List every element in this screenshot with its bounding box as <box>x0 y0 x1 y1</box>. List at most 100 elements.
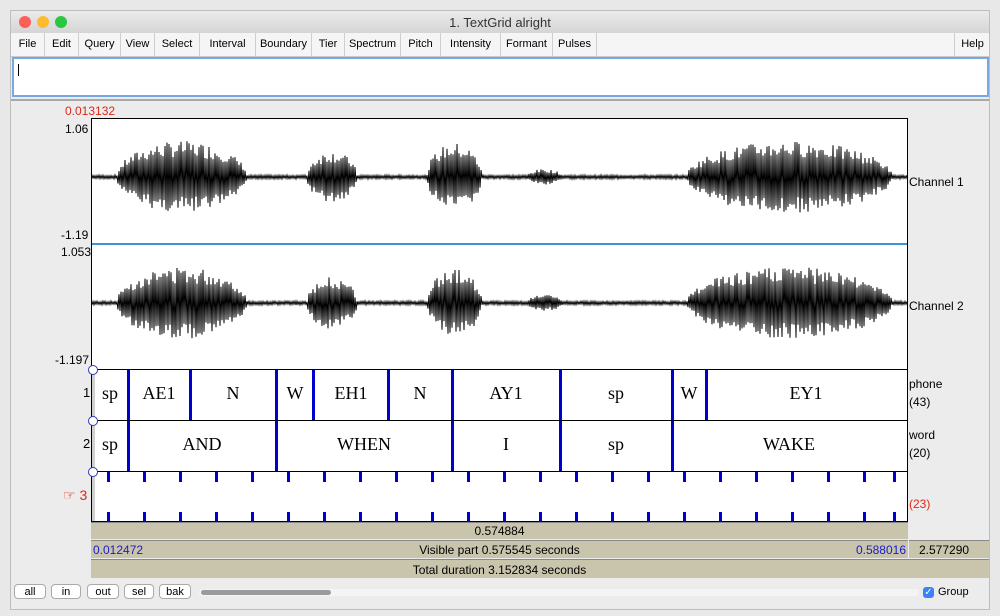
after-visible-bar[interactable]: 2.577290 <box>909 540 989 558</box>
tier-1-interval[interactable]: AY1 <box>489 383 522 404</box>
tier-3-point-bottom[interactable] <box>755 512 758 522</box>
tier-3-point-bottom[interactable] <box>359 512 362 522</box>
tier-3-point-top[interactable] <box>683 472 686 482</box>
tier-2-interval[interactable]: WHEN <box>337 434 391 455</box>
menu-view[interactable]: View <box>121 33 155 56</box>
zoom-all-button[interactable]: all <box>14 584 46 599</box>
tier-3-point-bottom[interactable] <box>215 512 218 522</box>
tier-3-point-bottom[interactable] <box>323 512 326 522</box>
tier-3-handle-icon[interactable] <box>88 467 98 477</box>
tier-3-point-top[interactable] <box>575 472 578 482</box>
tier-1-boundary[interactable] <box>671 370 674 420</box>
tier-3-point-top[interactable] <box>215 472 218 482</box>
menu-spectrum[interactable]: Spectrum <box>345 33 401 56</box>
total-duration-bar[interactable]: Total duration 3.152834 seconds <box>91 559 989 578</box>
tier-3-point-bottom[interactable] <box>251 512 254 522</box>
waveform-view[interactable] <box>92 119 907 369</box>
menu-formant[interactable]: Formant <box>501 33 553 56</box>
tier-2-boundary[interactable] <box>275 421 278 471</box>
tier-3-point-top[interactable] <box>719 472 722 482</box>
tier-3-point-top[interactable] <box>863 472 866 482</box>
menu-pitch[interactable]: Pitch <box>401 33 441 56</box>
tier-3-point-top[interactable] <box>503 472 506 482</box>
tier-3-point-bottom[interactable] <box>539 512 542 522</box>
tier-3-point-top[interactable] <box>251 472 254 482</box>
menu-tier[interactable]: Tier <box>312 33 345 56</box>
tier-3-point-bottom[interactable] <box>287 512 290 522</box>
visible-part-bar[interactable]: 0.012472 Visible part 0.575545 seconds 0… <box>91 540 908 558</box>
tier-3-point-top[interactable] <box>539 472 542 482</box>
tier-3-point-top[interactable] <box>827 472 830 482</box>
tier-2-interval[interactable]: sp <box>608 434 624 455</box>
zoom-in-button[interactable]: in <box>51 584 81 599</box>
tier-3-point-top[interactable] <box>431 472 434 482</box>
horizontal-scrollbar[interactable] <box>199 589 919 596</box>
tier-1-interval[interactable]: W <box>287 383 304 404</box>
tier-3-point-bottom[interactable] <box>575 512 578 522</box>
tier-1-number[interactable]: 1 <box>83 385 90 400</box>
tier-3-point-top[interactable] <box>611 472 614 482</box>
tier-1-interval[interactable]: sp <box>608 383 624 404</box>
tier-3-point-bottom[interactable] <box>683 512 686 522</box>
tier-2-interval[interactable]: WAKE <box>763 434 815 455</box>
tier-3-selected[interactable]: ☞ 3 <box>63 487 87 504</box>
tier-2-boundary[interactable] <box>671 421 674 471</box>
tier-1-boundary[interactable] <box>275 370 278 420</box>
interval-text-field[interactable] <box>12 57 989 97</box>
tier-2-boundary[interactable] <box>127 421 130 471</box>
tier-1-boundary[interactable] <box>451 370 454 420</box>
tier-1-interval[interactable]: EH1 <box>335 383 368 404</box>
tier-3-point-top[interactable] <box>791 472 794 482</box>
tier-3-point-bottom[interactable] <box>863 512 866 522</box>
tier-3-point-bottom[interactable] <box>431 512 434 522</box>
tier-2-interval[interactable]: AND <box>183 434 222 455</box>
tier-3-point-bottom[interactable] <box>719 512 722 522</box>
tier-2-interval[interactable]: sp <box>102 434 118 455</box>
tier-3-point-top[interactable] <box>755 472 758 482</box>
zoom-selection-button[interactable]: sel <box>124 584 154 599</box>
tier-2-number[interactable]: 2 <box>83 436 90 451</box>
tier-3-point-bottom[interactable] <box>791 512 794 522</box>
tier-1-interval[interactable]: AE1 <box>143 383 176 404</box>
tier-1-boundary[interactable] <box>387 370 390 420</box>
tier-3-point-bottom[interactable] <box>107 512 110 522</box>
tier-3-point-top[interactable] <box>143 472 146 482</box>
tier-3-point-top[interactable] <box>323 472 326 482</box>
menu-interval[interactable]: Interval <box>200 33 256 56</box>
tier-3-point-bottom[interactable] <box>143 512 146 522</box>
tier-1-boundary[interactable] <box>312 370 315 420</box>
tier-3-points[interactable] <box>92 472 907 522</box>
tier-1-interval[interactable]: W <box>681 383 698 404</box>
tier-3-point-bottom[interactable] <box>611 512 614 522</box>
tier-3-point-bottom[interactable] <box>647 512 650 522</box>
menu-select[interactable]: Select <box>155 33 200 56</box>
tier-1-interval[interactable]: N <box>414 383 427 404</box>
tier-3-point-top[interactable] <box>647 472 650 482</box>
tier-2-interval[interactable]: I <box>503 434 509 455</box>
tier-1-boundary[interactable] <box>189 370 192 420</box>
menu-help[interactable]: Help <box>954 33 990 56</box>
tier-3-point-bottom[interactable] <box>503 512 506 522</box>
menu-boundary[interactable]: Boundary <box>256 33 312 56</box>
tier-2-handle-icon[interactable] <box>88 416 98 426</box>
scrollbar-thumb[interactable] <box>201 590 331 595</box>
tier-3-point-bottom[interactable] <box>179 512 182 522</box>
tier-3-point-top[interactable] <box>359 472 362 482</box>
tier-3-point-bottom[interactable] <box>395 512 398 522</box>
editor-panel[interactable]: sp AE1 N W EH1 N AY1 sp W EY1 sp AND WHE… <box>91 118 908 522</box>
tier-1-boundary[interactable] <box>127 370 130 420</box>
tier-3-point-top[interactable] <box>395 472 398 482</box>
tier-1-boundary[interactable] <box>559 370 562 420</box>
menu-edit[interactable]: Edit <box>45 33 79 56</box>
zoom-back-button[interactable]: bak <box>159 584 191 599</box>
tier-3-point-bottom[interactable] <box>827 512 830 522</box>
tier-1-handle-icon[interactable] <box>88 365 98 375</box>
tier-3-point-bottom[interactable] <box>467 512 470 522</box>
tier-1-boundary[interactable] <box>705 370 708 420</box>
tier-1-interval[interactable]: EY1 <box>790 383 823 404</box>
menu-intensity[interactable]: Intensity <box>441 33 501 56</box>
tier-3-point-top[interactable] <box>179 472 182 482</box>
menu-file[interactable]: File <box>11 33 45 56</box>
tier-3-point-bottom[interactable] <box>893 512 896 522</box>
tier-2-boundary[interactable] <box>559 421 562 471</box>
